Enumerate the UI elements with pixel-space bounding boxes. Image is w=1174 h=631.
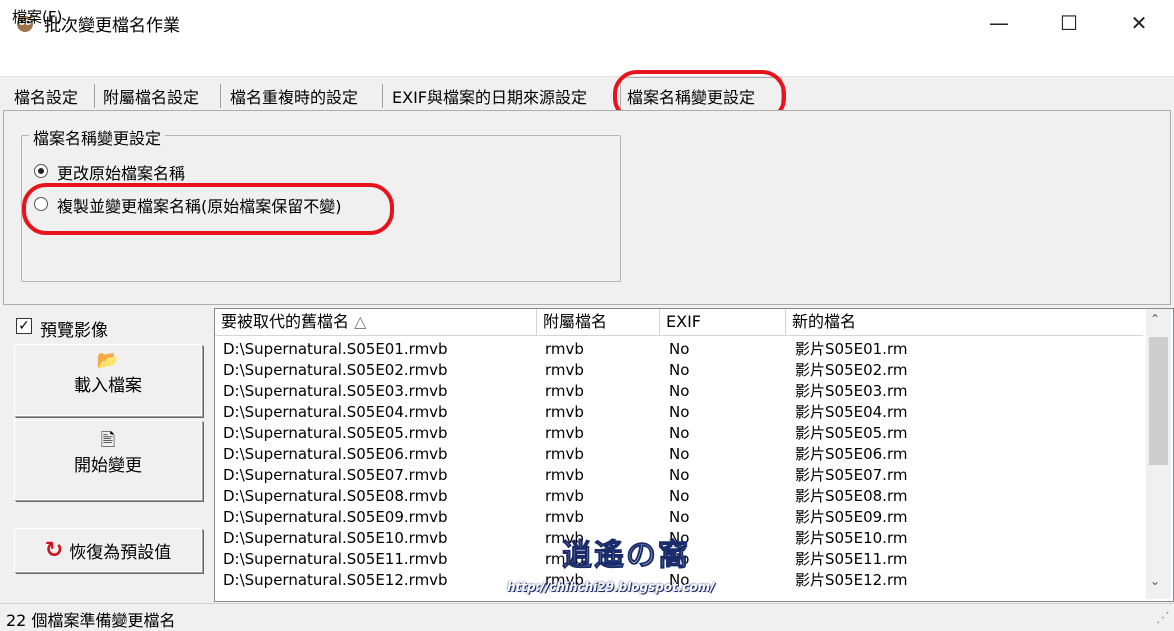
preview-checkbox-label[interactable]: 預覽影像 xyxy=(40,316,108,341)
exif-cell: No xyxy=(669,508,690,526)
load-files-label: 載入檔案 xyxy=(74,376,142,396)
old-name-cell: D:\Supernatural.S05E03.rmvb xyxy=(223,382,448,400)
new-name-cell: 影片S05E11.rm xyxy=(795,550,908,568)
extension-cell: rmvb xyxy=(545,340,584,358)
load-files-button[interactable]: 📂 載入檔案 xyxy=(14,344,202,416)
groupbox-title: 檔案名稱變更設定 xyxy=(29,125,166,149)
table-row[interactable]: D:\Supernatural.S05E02.rmvb rmvb No 影片S05E0… xyxy=(215,360,1143,381)
old-name-cell: D:\Supernatural.S05E10.rmvb xyxy=(223,529,448,547)
old-name-cell: D:\Supernatural.S05E09.rmvb xyxy=(223,508,448,526)
old-name-cell: D:\Supernatural.S05E07.rmvb xyxy=(223,466,448,484)
new-name-cell: 影片S05E08.rm xyxy=(795,487,908,505)
menu-bar xyxy=(0,46,1174,77)
scroll-down-icon[interactable]: ⌄ xyxy=(1150,574,1160,588)
file-list[interactable]: 要被取代的舊檔名 △ 附屬檔名 EXIF 新的檔名 D:\Supernatura… xyxy=(214,308,1174,602)
new-name-cell: 影片S05E12.rm xyxy=(795,571,908,589)
exif-cell: No xyxy=(669,340,690,358)
tab-rename-settings[interactable]: 檔案名稱變更設定 xyxy=(627,84,755,108)
table-row[interactable]: D:\Supernatural.S05E04.rmvb rmvb No 影片S05E0… xyxy=(215,402,1143,423)
exif-cell: No xyxy=(669,403,690,421)
exif-cell: No xyxy=(669,445,690,463)
extension-cell: rmvb xyxy=(545,466,584,484)
tab-divider xyxy=(94,84,95,108)
refresh-icon: ↻ xyxy=(44,537,64,563)
col-new-name[interactable]: 新的檔名 xyxy=(786,309,1143,335)
table-row[interactable]: D:\Supernatural.S05E05.rmvb rmvb No 影片S05E0… xyxy=(215,423,1143,444)
new-name-cell: 影片S05E01.rm xyxy=(795,340,908,358)
old-name-cell: D:\Supernatural.S05E05.rmvb xyxy=(223,424,448,442)
scroll-up-icon[interactable]: ⌃ xyxy=(1150,312,1160,326)
old-name-cell: D:\Supernatural.S05E08.rmvb xyxy=(223,487,448,505)
sort-asc-icon: △ xyxy=(354,312,367,331)
scroll-thumb[interactable] xyxy=(1149,337,1168,465)
tab-extension-settings[interactable]: 附屬檔名設定 xyxy=(103,84,199,108)
extension-cell: rmvb xyxy=(545,382,584,400)
start-rename-label: 開始變更 xyxy=(74,456,142,476)
old-name-cell: D:\Supernatural.S05E02.rmvb xyxy=(223,361,448,379)
new-name-cell: 影片S05E03.rm xyxy=(795,382,908,400)
exif-cell: No xyxy=(669,382,690,400)
close-button[interactable]: ✕ xyxy=(1110,0,1168,46)
new-name-cell: 影片S05E09.rm xyxy=(795,508,908,526)
resize-grip-icon[interactable]: ⋰ xyxy=(1156,610,1170,626)
preview-checkbox[interactable]: ✓ xyxy=(16,318,32,334)
extension-cell: rmvb xyxy=(545,445,584,463)
tab-divider xyxy=(220,84,221,108)
start-rename-button[interactable]: 🖹 開始變更 xyxy=(14,420,202,500)
tab-divider xyxy=(382,84,383,108)
window-title: 批次變更檔名作業 xyxy=(44,16,180,36)
reset-defaults-label: 恢復為預設值 xyxy=(69,542,172,563)
old-name-cell: D:\Supernatural.S05E11.rmvb xyxy=(223,550,448,568)
col-extension[interactable]: 附屬檔名 xyxy=(537,309,660,335)
table-row[interactable]: D:\Supernatural.S05E09.rmvb rmvb No 影片S05E0… xyxy=(215,507,1143,528)
watermark-url: http://chihchi29.blogspot.com/ xyxy=(507,580,715,594)
radio-copy-and-rename[interactable] xyxy=(34,197,48,211)
radio-rename-original[interactable] xyxy=(34,164,48,178)
old-name-cell: D:\Supernatural.S05E06.rmvb xyxy=(223,445,448,463)
new-name-cell: 影片S05E05.rm xyxy=(795,424,908,442)
watermark-signature: 逍遙の窩 xyxy=(562,538,690,574)
status-bar xyxy=(0,603,1174,631)
col-old-name[interactable]: 要被取代的舊檔名 △ xyxy=(215,309,537,335)
status-text: 22 個檔案準備變更檔名 xyxy=(6,611,176,630)
menu-file[interactable]: 檔案(F) xyxy=(12,6,62,27)
maximize-button[interactable]: ☐ xyxy=(1040,0,1098,46)
tab-exif-date-settings[interactable]: EXIF與檔案的日期來源設定 xyxy=(392,84,587,108)
table-row[interactable]: D:\Supernatural.S05E03.rmvb rmvb No 影片S05E0… xyxy=(215,381,1143,402)
col-exif[interactable]: EXIF xyxy=(660,309,786,335)
old-name-cell: D:\Supernatural.S05E01.rmvb xyxy=(223,340,448,358)
extension-cell: rmvb xyxy=(545,487,584,505)
folder-open-icon: 📂 xyxy=(96,350,120,371)
new-name-cell: 影片S05E06.rm xyxy=(795,445,908,463)
table-row[interactable]: D:\Supernatural.S05E08.rmvb rmvb No 影片S05E0… xyxy=(215,486,1143,507)
minimize-button[interactable]: — xyxy=(970,0,1028,46)
exif-cell: No xyxy=(669,361,690,379)
reset-defaults-button[interactable]: ↻ 恢復為預設值 xyxy=(14,528,202,572)
old-name-cell: D:\Supernatural.S05E12.rmvb xyxy=(223,571,448,589)
new-name-cell: 影片S05E07.rm xyxy=(795,466,908,484)
radio-rename-original-label[interactable]: 更改原始檔案名稱 xyxy=(57,160,185,184)
exif-cell: No xyxy=(669,466,690,484)
rename-icon: 🖹 xyxy=(100,430,116,451)
radio-copy-and-rename-label[interactable]: 複製並變更檔案名稱(原始檔案保留不變) xyxy=(57,193,342,217)
new-name-cell: 影片S05E02.rm xyxy=(795,361,908,379)
table-row[interactable]: D:\Supernatural.S05E01.rmvb rmvb No 影片S05E0… xyxy=(215,339,1143,360)
new-name-cell: 影片S05E04.rm xyxy=(795,403,908,421)
extension-cell: rmvb xyxy=(545,424,584,442)
extension-cell: rmvb xyxy=(545,361,584,379)
old-name-cell: D:\Supernatural.S05E04.rmvb xyxy=(223,403,448,421)
extension-cell: rmvb xyxy=(545,403,584,421)
exif-cell: No xyxy=(669,487,690,505)
table-row[interactable]: D:\Supernatural.S05E06.rmvb rmvb No 影片S05E0… xyxy=(215,444,1143,465)
tab-duplicate-settings[interactable]: 檔名重複時的設定 xyxy=(230,84,358,108)
new-name-cell: 影片S05E10.rm xyxy=(795,529,908,547)
table-row[interactable]: D:\Supernatural.S05E07.rmvb rmvb No 影片S05E0… xyxy=(215,465,1143,486)
extension-cell: rmvb xyxy=(545,508,584,526)
tab-filename-settings[interactable]: 檔名設定 xyxy=(14,84,78,108)
exif-cell: No xyxy=(669,424,690,442)
list-header: 要被取代的舊檔名 △ 附屬檔名 EXIF 新的檔名 xyxy=(215,309,1143,336)
